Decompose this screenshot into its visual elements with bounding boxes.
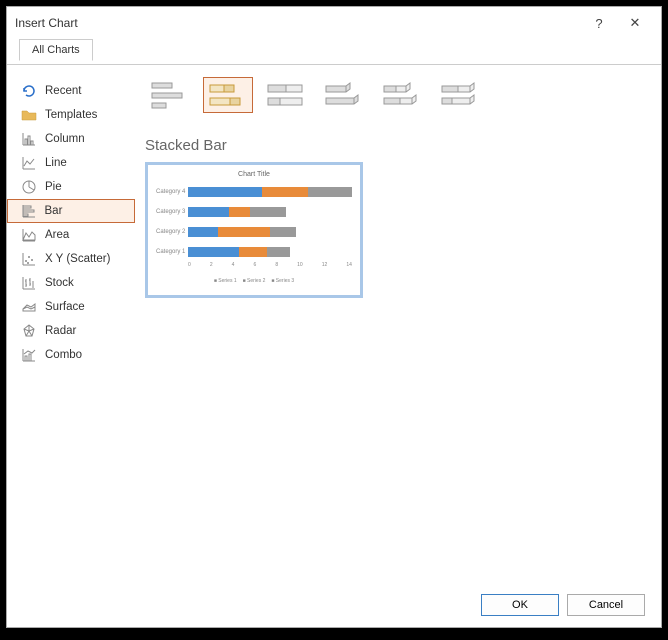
subtype-100-stacked-bar[interactable]: [261, 77, 311, 113]
preview-axis: 0 2 4 6 8 10 12 14: [188, 262, 352, 268]
sidebar-item-scatter[interactable]: X Y (Scatter): [7, 247, 135, 271]
ok-button[interactable]: OK: [481, 594, 559, 616]
preview-chart-area: Category 4 Category 3 Category 2 Categor…: [156, 182, 352, 274]
sidebar-item-label: Line: [45, 157, 67, 169]
preview-legend: Series 1 Series 2 Series 3: [156, 278, 352, 284]
preview-title: Chart Title: [156, 171, 352, 178]
dialog-title: Insert Chart: [15, 16, 581, 30]
subtype-3d-100-stacked-bar[interactable]: [435, 77, 485, 113]
sidebar-item-label: X Y (Scatter): [45, 253, 110, 265]
line-icon: [21, 155, 37, 171]
sidebar-item-radar[interactable]: Radar: [7, 319, 135, 343]
tab-row: All Charts: [7, 39, 661, 65]
column-icon: [21, 131, 37, 147]
sidebar-item-label: Templates: [45, 109, 97, 121]
templates-icon: [21, 107, 37, 123]
sidebar-item-surface[interactable]: Surface: [7, 295, 135, 319]
chart-preview[interactable]: Chart Title Category 4 Category 3 Catego…: [145, 162, 363, 298]
titlebar: Insert Chart ? ✕: [7, 7, 661, 39]
sidebar-item-line[interactable]: Line: [7, 151, 135, 175]
sidebar-item-stock[interactable]: Stock: [7, 271, 135, 295]
preview-row-bar: [188, 187, 352, 197]
preview-row: Category 2: [156, 222, 352, 242]
preview-row: Category 4: [156, 182, 352, 202]
content-area: Recent Templates Column Line: [7, 65, 661, 583]
sidebar-item-label: Radar: [45, 325, 76, 337]
preview-row: Category 3: [156, 202, 352, 222]
combo-icon: [21, 347, 37, 363]
dialog-footer: OK Cancel: [7, 583, 661, 627]
sidebar-item-area[interactable]: Area: [7, 223, 135, 247]
preview-row-bar: [188, 227, 352, 237]
sidebar-item-label: Stock: [45, 277, 74, 289]
sidebar-item-label: Recent: [45, 85, 81, 97]
sidebar-item-templates[interactable]: Templates: [7, 103, 135, 127]
preview-row-label: Category 3: [156, 209, 188, 215]
sidebar-item-label: Surface: [45, 301, 85, 313]
insert-chart-dialog: Insert Chart ? ✕ All Charts Recent Templ…: [6, 6, 662, 628]
sidebar-item-label: Pie: [45, 181, 62, 193]
help-button[interactable]: ?: [581, 16, 617, 31]
recent-icon: [21, 83, 37, 99]
subtype-3d-stacked-bar[interactable]: [377, 77, 427, 113]
sidebar-item-column[interactable]: Column: [7, 127, 135, 151]
surface-icon: [21, 299, 37, 315]
area-icon: [21, 227, 37, 243]
chart-type-name: Stacked Bar: [145, 137, 651, 154]
pie-icon: [21, 179, 37, 195]
subtype-stacked-bar[interactable]: [203, 77, 253, 113]
scatter-icon: [21, 251, 37, 267]
preview-row: Category 1: [156, 242, 352, 262]
preview-row-label: Category 4: [156, 189, 188, 195]
sidebar-item-label: Area: [45, 229, 69, 241]
close-button[interactable]: ✕: [617, 15, 653, 31]
sidebar-item-combo[interactable]: Combo: [7, 343, 135, 367]
sidebar-item-label: Combo: [45, 349, 82, 361]
preview-row-label: Category 2: [156, 229, 188, 235]
sidebar-item-label: Column: [45, 133, 85, 145]
bar-icon: [21, 203, 37, 219]
sidebar-item-bar[interactable]: Bar: [7, 199, 135, 223]
tab-all-charts[interactable]: All Charts: [19, 39, 93, 61]
subtype-3d-clustered-bar[interactable]: [319, 77, 369, 113]
chart-type-sidebar: Recent Templates Column Line: [7, 73, 135, 575]
preview-row-bar: [188, 207, 352, 217]
sidebar-item-pie[interactable]: Pie: [7, 175, 135, 199]
subtype-clustered-bar[interactable]: [145, 77, 195, 113]
cancel-button[interactable]: Cancel: [567, 594, 645, 616]
radar-icon: [21, 323, 37, 339]
preview-row-label: Category 1: [156, 249, 188, 255]
preview-row-bar: [188, 247, 352, 257]
subtype-row: [145, 77, 651, 133]
sidebar-item-label: Bar: [45, 205, 63, 217]
sidebar-item-recent[interactable]: Recent: [7, 79, 135, 103]
stock-icon: [21, 275, 37, 291]
main-panel: Stacked Bar Chart Title Category 4 Categ…: [135, 73, 661, 575]
